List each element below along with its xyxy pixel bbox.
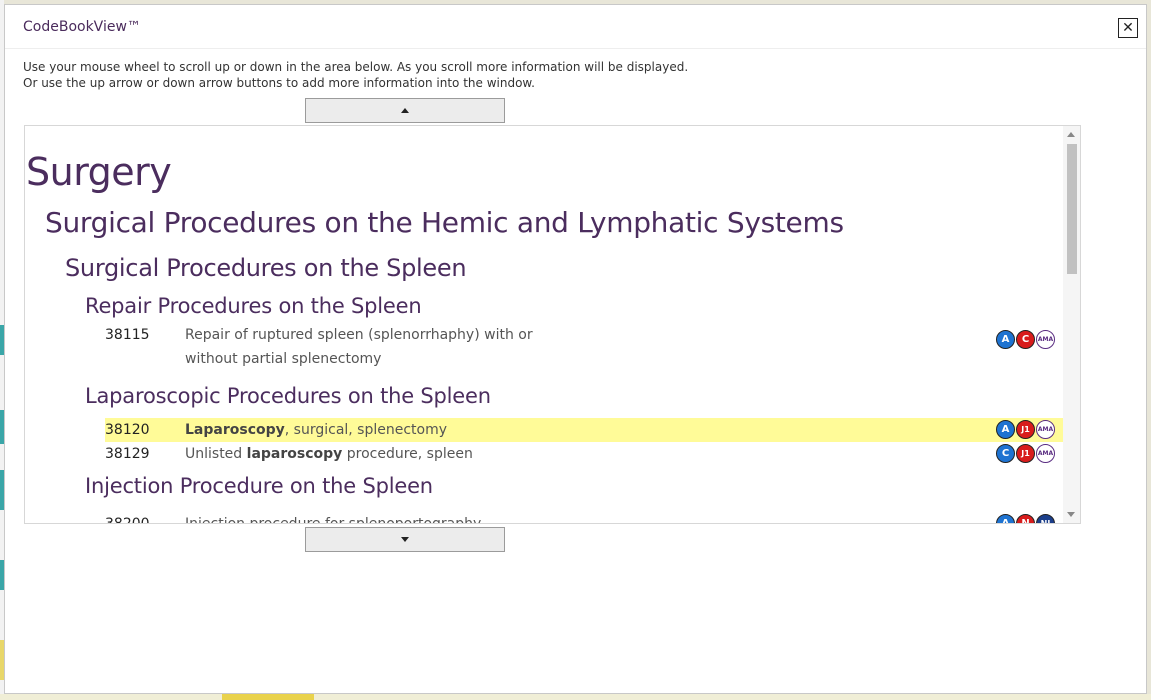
- section-title-laparoscopic: Laparoscopic Procedures on the Spleen: [85, 384, 491, 408]
- triangle-up-icon: [401, 108, 409, 113]
- codebookview-dialog: CodeBookView™ ✕ Use your mouse wheel to …: [4, 4, 1147, 694]
- instructions: Use your mouse wheel to scroll up or dow…: [23, 59, 688, 91]
- code-badges: A C AMA: [996, 330, 1055, 349]
- background-strip: [222, 694, 314, 700]
- badge-ama-icon[interactable]: AMA: [1036, 420, 1055, 439]
- scroll-up-button[interactable]: [305, 98, 505, 123]
- code-row-38115[interactable]: 38115 Repair of ruptured spleen (splenor…: [105, 327, 1063, 376]
- code-badges: A N NI: [996, 514, 1055, 523]
- vertical-scrollbar[interactable]: [1063, 126, 1080, 523]
- heading-surgery: Surgery: [26, 150, 172, 194]
- codebook-content: Surgery Surgical Procedures on the Hemic…: [25, 126, 1063, 523]
- description-rest: procedure, spleen: [342, 446, 473, 462]
- code-row-38129[interactable]: 38129 Unlisted laparoscopy procedure, sp…: [105, 442, 1063, 466]
- code-description: Injection procedure for splenoportograph…: [185, 512, 545, 523]
- badge-c-icon[interactable]: C: [996, 444, 1015, 463]
- description-prefix: Unlisted: [185, 446, 247, 462]
- code-number: 38120: [105, 422, 150, 438]
- scrollbar-down-arrow-icon[interactable]: [1067, 512, 1075, 517]
- code-description: Laparoscopy, surgical, splenectomy: [185, 418, 545, 442]
- code-number: 38200: [105, 512, 185, 523]
- description-line-2: without partial splenectomy: [185, 351, 382, 367]
- close-button[interactable]: ✕: [1118, 18, 1138, 38]
- background-app-bottom: [0, 694, 1151, 700]
- code-row-38200[interactable]: 38200 Injection procedure for splenoport…: [105, 512, 1063, 523]
- close-x-icon: ✕: [1122, 20, 1134, 36]
- scroll-down-button[interactable]: [305, 527, 505, 552]
- triangle-down-icon: [401, 537, 409, 542]
- description-line-1: Repair of ruptured spleen (splenorrhaphy…: [185, 327, 533, 343]
- code-badges: A J1 AMA: [996, 420, 1055, 439]
- code-description: Unlisted laparoscopy procedure, spleen: [185, 442, 545, 466]
- code-row-38120[interactable]: 38120 Laparoscopy, surgical, splenectomy…: [105, 418, 1063, 442]
- code-badges: C J1 AMA: [996, 444, 1055, 463]
- badge-ni-icon[interactable]: NI: [1036, 514, 1055, 523]
- section-title-injection: Injection Procedure on the Spleen: [85, 474, 433, 498]
- scrollbar-thumb[interactable]: [1067, 144, 1077, 274]
- scrollbar-up-arrow-icon[interactable]: [1067, 132, 1075, 137]
- badge-n-icon[interactable]: N: [1016, 514, 1035, 523]
- badge-c-icon[interactable]: C: [1016, 330, 1035, 349]
- description-keyword: laparoscopy: [246, 446, 343, 462]
- badge-a-icon[interactable]: A: [996, 514, 1015, 523]
- dialog-title: CodeBookView™: [23, 19, 141, 35]
- codebook-panel[interactable]: Surgery Surgical Procedures on the Hemic…: [24, 125, 1081, 524]
- heading-spleen: Surgical Procedures on the Spleen: [65, 254, 467, 282]
- badge-j1-icon[interactable]: J1: [1016, 444, 1035, 463]
- section-title-repair: Repair Procedures on the Spleen: [85, 294, 422, 318]
- title-divider: [5, 48, 1146, 49]
- description-rest: , surgical, splenectomy: [284, 422, 448, 438]
- instructions-line-2: Or use the up arrow or down arrow button…: [23, 76, 535, 90]
- badge-a-icon[interactable]: A: [996, 330, 1015, 349]
- badge-a-icon[interactable]: A: [996, 420, 1015, 439]
- badge-j1-icon[interactable]: J1: [1016, 420, 1035, 439]
- badge-ama-icon[interactable]: AMA: [1036, 330, 1055, 349]
- code-number: 38115: [105, 327, 150, 343]
- badge-ama-icon[interactable]: AMA: [1036, 444, 1055, 463]
- code-number: 38129: [105, 446, 150, 462]
- instructions-line-1: Use your mouse wheel to scroll up or dow…: [23, 60, 689, 74]
- code-description: Repair of ruptured spleen (splenorrhaphy…: [185, 323, 545, 371]
- heading-hemic-lymphatic: Surgical Procedures on the Hemic and Lym…: [45, 206, 844, 239]
- description-keyword: Laparoscopy: [185, 422, 285, 438]
